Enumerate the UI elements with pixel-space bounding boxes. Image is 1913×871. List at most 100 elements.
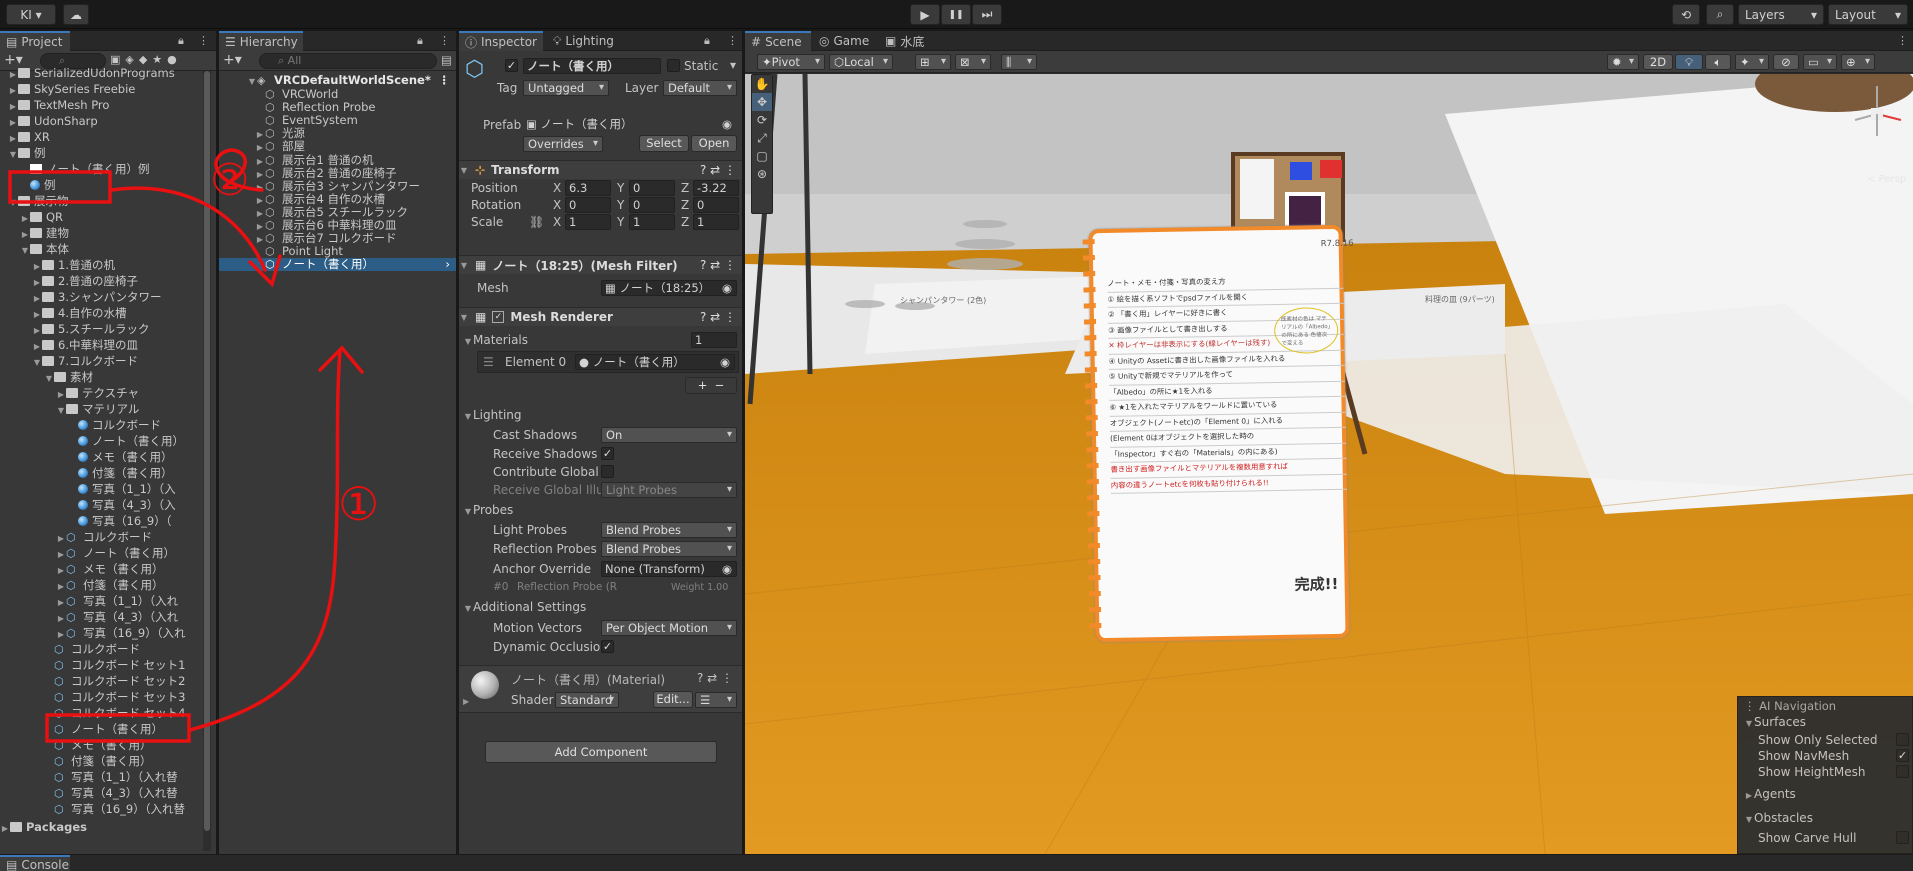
axis-y-label[interactable]: Y [617, 198, 624, 212]
hierarchy-item[interactable]: ⬡ ノート（書く用） › [219, 258, 456, 272]
expand-arrow-icon[interactable]: ▶ [32, 307, 42, 321]
cast-shadows-dropdown[interactable]: On [601, 427, 737, 443]
project-item[interactable]: ⬡ コルクボード セット1 [0, 657, 216, 673]
lock-icon[interactable]: 🔒︎ [178, 34, 184, 48]
project-item[interactable]: ▼ 展示物 [0, 193, 216, 209]
project-item[interactable]: ノート（書く用） [0, 433, 216, 449]
anchor-override-field[interactable]: None (Transform) ◉ [601, 561, 737, 577]
layout-dropdown[interactable]: Layout ▾ [1828, 4, 1908, 25]
overrides-dropdown[interactable]: Overrides [523, 136, 603, 152]
axis-x-label[interactable]: X [553, 198, 561, 212]
account-dropdown[interactable]: KI ▾ [6, 4, 56, 25]
hierarchy-item[interactable]: ▶ ⬡ 光源 [219, 127, 456, 140]
project-item[interactable]: ▶ XR [0, 129, 216, 145]
scale-y-field[interactable]: 1 [629, 214, 675, 230]
hierarchy-item[interactable]: ⬡ Reflection Probe [219, 101, 456, 114]
reflection-probes-dropdown[interactable]: Blend Probes [601, 541, 737, 557]
menu-icon[interactable]: ⋮ [439, 34, 450, 47]
project-item[interactable]: 付箋（書く用） [0, 465, 216, 481]
tab-lighting[interactable]: 💡︎ Lighting [547, 31, 627, 51]
contribute-gi-checkbox[interactable] [601, 465, 614, 478]
link-icon[interactable]: ⛓ [529, 215, 544, 229]
expand-arrow-icon[interactable]: ▶ [32, 291, 42, 305]
project-item[interactable]: ▶ QR [0, 209, 216, 225]
expand-arrow-icon[interactable]: ▶ [255, 181, 265, 193]
rotation-y-field[interactable]: 0 [629, 197, 675, 213]
expand-arrow-icon[interactable]: ▼ [56, 403, 66, 417]
project-item[interactable]: ▶ ⬡ 写真（16_9）（入れ [0, 625, 216, 641]
expand-arrow-icon[interactable]: ▼ [8, 147, 18, 161]
expand-arrow-icon[interactable]: ▶ [32, 339, 42, 353]
hierarchy-item[interactable]: ⬡ EventSystem [219, 114, 456, 127]
shader-dropdown[interactable]: Standard [555, 692, 619, 708]
expand-arrow-icon[interactable]: ▶ [255, 194, 265, 206]
project-item[interactable]: ▶ テクスチャ [0, 385, 216, 401]
project-item[interactable]: ▶ 2.普通の座椅子 [0, 273, 216, 289]
expand-arrow-icon[interactable]: ▼ [32, 355, 42, 369]
mesh-field[interactable]: ▦ ノート（18:25） ◉ [601, 280, 737, 296]
search-options-icon[interactable]: ▤ [441, 53, 452, 67]
drag-handle-icon[interactable]: ☰ [483, 355, 494, 369]
align-dropdown[interactable]: ⫼ [1001, 54, 1037, 70]
expand-arrow-icon[interactable]: ▶ [8, 131, 18, 145]
additional-settings-section[interactable]: ▼ Additional Settings [463, 600, 586, 614]
lighting-section[interactable]: ▼ Lighting [463, 408, 522, 422]
tab-console[interactable]: ▤ Console [0, 855, 70, 871]
expand-arrow-icon[interactable]: ▶ [8, 115, 18, 129]
material-header-icons[interactable]: ? ⇄ ⋮ [697, 671, 733, 685]
rotation-z-field[interactable]: 0 [693, 197, 739, 213]
effects-dropdown[interactable]: ✦ [1735, 54, 1769, 70]
static-checkbox[interactable] [667, 59, 680, 72]
expand-arrow-icon[interactable]: ▶ [56, 531, 66, 545]
expand-arrow-icon[interactable]: ▶ [32, 275, 42, 289]
project-item[interactable]: ▶ ⬡ 付箋（書く用） [0, 577, 216, 593]
show-carve-hull-checkbox[interactable] [1896, 831, 1909, 844]
project-item[interactable]: 例 [0, 177, 216, 193]
add-component-button[interactable]: Add Component [485, 741, 717, 763]
expand-arrow-icon[interactable]: ▼ [20, 243, 30, 257]
play-button[interactable]: ▶ [910, 4, 940, 25]
expand-arrow-icon[interactable]: ▶ [56, 547, 66, 561]
project-item[interactable]: ▶ TextMesh Pro [0, 97, 216, 113]
project-item[interactable]: ▶ ⬡ コルクボード [0, 529, 216, 545]
project-item[interactable]: ノート（書く用）例 [0, 161, 216, 177]
hierarchy-item[interactable]: ⬡ VRCWorld [219, 88, 456, 101]
project-item[interactable]: 写真（1_1）（入 [0, 481, 216, 497]
project-item[interactable]: ⬡ メモ（書く用） [0, 737, 216, 753]
materials-count[interactable]: 1 [691, 332, 737, 348]
expand-arrow-icon[interactable]: ▶ [8, 83, 18, 97]
project-item[interactable]: コルクボード [0, 417, 216, 433]
lock-icon[interactable]: 🔒︎ [417, 34, 423, 48]
hierarchy-item[interactable]: ▶ ⬡ 展示台7 コルクボード [219, 232, 456, 245]
obstacles-section[interactable]: ▼ Obstacles [1744, 811, 1813, 825]
project-item[interactable]: ⬡ ノート（書く用） [0, 721, 216, 737]
step-button[interactable]: ⏭ [972, 4, 1002, 25]
local-dropdown[interactable]: ⬡Local [829, 54, 893, 70]
project-item[interactable]: ▼ マテリアル [0, 401, 216, 417]
project-item[interactable]: 写真（4_3）（入 [0, 497, 216, 513]
expand-arrow-icon[interactable]: ▶ [255, 141, 265, 153]
surfaces-section[interactable]: ▼ Surfaces [1744, 715, 1806, 729]
project-item[interactable]: ⬡ コルクボード セット2 [0, 673, 216, 689]
expand-arrow-icon[interactable]: ▶ [255, 207, 265, 219]
meshfilter-header[interactable]: ▼ ▦ ノート（18:25）(Mesh Filter)? ⇄ ⋮ [459, 255, 742, 274]
hierarchy-item[interactable]: ▶ ⬡ 展示台3 シャンパンタワー [219, 180, 456, 193]
project-item[interactable]: ⬡ コルクボード セット3 [0, 689, 216, 705]
move-tool-icon[interactable]: ✥ [752, 93, 772, 111]
expand-arrow-icon[interactable]: ▶ [255, 168, 265, 180]
pivot-dropdown[interactable]: ✦Pivot [757, 54, 825, 70]
project-item[interactable]: ▼ 例 [0, 145, 216, 161]
menu-icon[interactable]: ⋮ [727, 34, 738, 47]
gizmos-dropdown[interactable]: ⊕ [1841, 54, 1875, 70]
show-heightmesh-checkbox[interactable] [1896, 765, 1909, 778]
project-item[interactable]: ▶ UdonSharp [0, 113, 216, 129]
orientation-gizmo[interactable] [1847, 80, 1907, 146]
cloud-icon[interactable]: ☁ [63, 4, 89, 25]
pause-button[interactable]: ❚❚ [941, 4, 971, 25]
grid-snap-dropdown[interactable]: ⊞ [915, 54, 951, 70]
packages-folder[interactable]: ▶ Packages [0, 819, 203, 835]
expand-arrow-icon[interactable]: ▶ [20, 227, 30, 241]
layer-dropdown[interactable]: Default [663, 80, 737, 96]
project-item[interactable]: ▶ ⬡ 写真（4_3）（入れ [0, 609, 216, 625]
project-item[interactable]: ▶ 5.スチールラック [0, 321, 216, 337]
